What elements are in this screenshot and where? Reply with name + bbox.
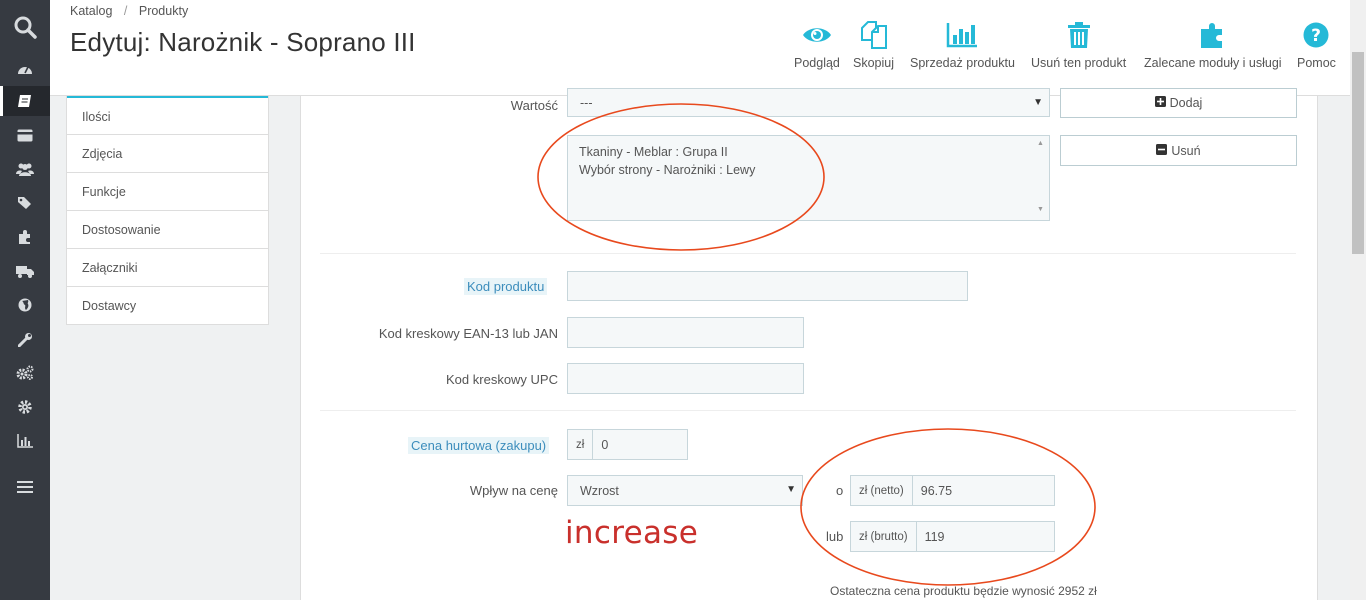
- minus-square-icon: [1156, 143, 1168, 158]
- wholesale-price-input[interactable]: zł 0: [567, 429, 688, 460]
- remove-attribute-label: Usuń: [1171, 143, 1201, 158]
- tab-attachments[interactable]: Załączniki: [67, 248, 268, 286]
- recommended-modules-label: Zalecane moduły i usługi: [1144, 56, 1282, 70]
- page-title: Edytuj: Narożnik - Soprano III: [70, 27, 416, 57]
- upc-input[interactable]: [567, 363, 804, 394]
- combination-listbox[interactable]: Tkaniny - Meblar : Grupa II Wybór strony…: [567, 135, 1050, 221]
- net-price-input[interactable]: zł (netto) 96.75: [850, 475, 1055, 506]
- duplicate-button[interactable]: Skopiuj: [853, 18, 894, 70]
- preview-label: Podgląd: [794, 56, 840, 70]
- delete-product-label: Usuń ten produkt: [1031, 56, 1127, 70]
- ean-input[interactable]: [567, 317, 804, 348]
- shipping-icon[interactable]: [0, 256, 50, 286]
- bar-chart-icon: [946, 18, 978, 52]
- tab-images[interactable]: Zdjęcia: [67, 134, 268, 172]
- gross-price-value[interactable]: 119: [917, 522, 945, 551]
- annotation-increase-text: increase: [565, 515, 699, 551]
- delete-product-button[interactable]: Usuń ten produkt: [1031, 18, 1126, 70]
- wholesale-price-label: Cena hurtowa (zakupu): [408, 437, 550, 454]
- breadcrumb-catalog-link[interactable]: Katalog: [70, 4, 112, 18]
- section-divider: [320, 253, 1296, 254]
- recommended-modules-button[interactable]: Zalecane moduły i usługi: [1144, 18, 1282, 70]
- value-label: Wartość: [510, 98, 558, 113]
- price-impact-label: Wpływ na cenę: [469, 483, 558, 498]
- localization-icon[interactable]: [0, 290, 50, 320]
- product-code-input[interactable]: [567, 271, 968, 301]
- chevron-down-icon: ▼: [1033, 97, 1043, 108]
- chevron-down-icon: ▼: [786, 484, 796, 495]
- tab-suppliers[interactable]: Dostawcy: [67, 286, 268, 324]
- price-impact-select-text: Wzrost: [580, 483, 619, 498]
- section-divider: [320, 410, 1296, 411]
- breadcrumb-separator: /: [123, 4, 128, 18]
- gross-addon: zł (brutto): [851, 522, 917, 551]
- combination-item[interactable]: Wybór strony - Narożniki : Lewy: [579, 161, 755, 179]
- listbox-scrollbar[interactable]: ▲ ▼: [1033, 136, 1049, 220]
- scroll-down-icon[interactable]: ▼: [1037, 206, 1044, 213]
- add-attribute-label: Dodaj: [1169, 96, 1203, 110]
- puzzle-icon: [1198, 18, 1228, 52]
- eye-icon: [802, 18, 832, 52]
- catalog-icon[interactable]: [0, 86, 50, 116]
- help-icon: ?: [1303, 18, 1329, 52]
- dashboard-icon[interactable]: [0, 54, 50, 84]
- product-tab-menu: Ilości Zdjęcia Funkcje Dostosowanie Załą…: [66, 96, 269, 325]
- svg-text:?: ?: [1312, 26, 1322, 46]
- copy-icon: [859, 18, 889, 52]
- remove-attribute-button[interactable]: Usuń: [1060, 135, 1297, 166]
- upc-label: Kod kreskowy UPC: [446, 372, 558, 387]
- page-scrollbar[interactable]: [1350, 0, 1366, 600]
- net-price-value[interactable]: 96.75: [913, 476, 952, 505]
- tab-customization[interactable]: Dostosowanie: [67, 210, 268, 248]
- ean-label: Kod kreskowy EAN-13 lub JAN: [378, 326, 558, 341]
- breadcrumb: Katalog / Produkty: [70, 4, 188, 18]
- duplicate-label: Skopiuj: [853, 56, 894, 70]
- or-text: o: [836, 483, 844, 498]
- tags-icon[interactable]: [0, 188, 50, 218]
- plus-square-icon: [1154, 96, 1166, 110]
- sales-button[interactable]: Sprzedaż produktu: [910, 18, 1015, 70]
- modules-icon[interactable]: [0, 222, 50, 252]
- sales-label: Sprzedaż produktu: [910, 56, 1015, 70]
- scrollbar-thumb[interactable]: [1352, 52, 1364, 254]
- currency-addon: zł: [568, 430, 594, 459]
- product-code-label: Kod produktu: [464, 278, 548, 295]
- stats-icon[interactable]: [0, 426, 50, 456]
- price-impact-select[interactable]: Wzrost ▼: [567, 475, 803, 506]
- preferences-icon[interactable]: [0, 324, 50, 354]
- help-button[interactable]: ? Pomoc: [1297, 18, 1336, 70]
- final-price-text: Ostateczna cena produktu będzie wynosić …: [830, 584, 1097, 598]
- help-label: Pomoc: [1297, 56, 1336, 70]
- search-icon[interactable]: [0, 10, 50, 44]
- left-navigation: [0, 0, 50, 600]
- scroll-up-icon[interactable]: ▲: [1037, 140, 1044, 147]
- net-addon: zł (netto): [851, 476, 913, 505]
- advanced-params-icon[interactable]: [0, 358, 50, 388]
- trash-icon: [1067, 18, 1091, 52]
- tab-quantities[interactable]: Ilości: [67, 96, 268, 134]
- breadcrumb-products-link[interactable]: Produkty: [139, 4, 188, 18]
- combination-item[interactable]: Tkaniny - Meblar : Grupa II: [579, 143, 755, 161]
- customers-icon[interactable]: [0, 154, 50, 184]
- settings-icon[interactable]: [0, 392, 50, 422]
- tab-features[interactable]: Funkcje: [67, 172, 268, 210]
- add-attribute-button[interactable]: Dodaj: [1060, 88, 1297, 118]
- value-select-text: ---: [580, 95, 593, 110]
- orders-icon[interactable]: [0, 120, 50, 150]
- wholesale-price-value[interactable]: 0: [593, 430, 608, 459]
- preview-button[interactable]: Podgląd: [794, 18, 840, 70]
- value-select[interactable]: --- ▼: [567, 88, 1050, 117]
- lub-text: lub: [826, 529, 844, 544]
- menu-icon[interactable]: [0, 472, 50, 502]
- page-header: Katalog / Produkty Edytuj: Narożnik - So…: [50, 0, 1350, 96]
- gross-price-input[interactable]: zł (brutto) 119: [850, 521, 1055, 552]
